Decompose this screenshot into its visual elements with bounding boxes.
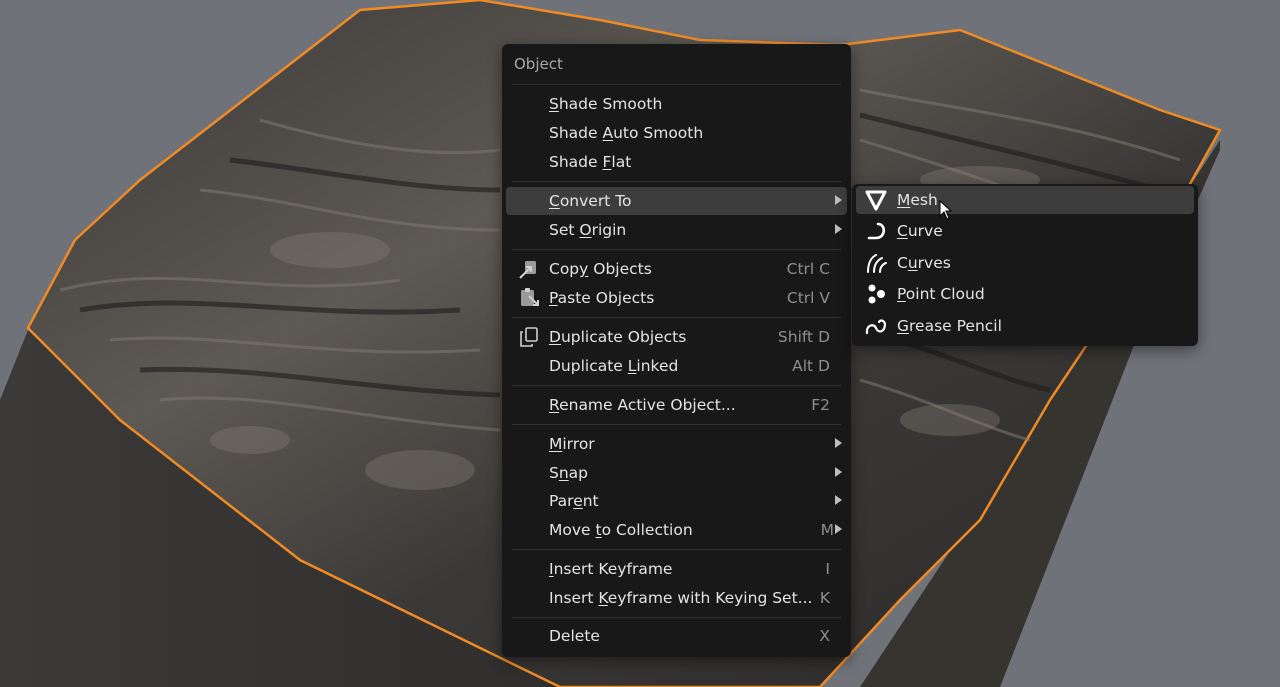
submenu-arrow-icon bbox=[835, 524, 842, 534]
menu-item-label: Shade Smooth bbox=[549, 95, 663, 113]
menu-item-label: Shade Flat bbox=[549, 153, 632, 171]
menu-item-insert-keyframe[interactable]: Insert Keyframe I bbox=[506, 555, 847, 583]
submenu-arrow-icon bbox=[835, 195, 842, 205]
menu-item-label: Parent bbox=[549, 492, 599, 510]
menu-item-shade-flat[interactable]: Shade Flat bbox=[506, 148, 847, 176]
shortcut-label: Alt D bbox=[792, 357, 830, 375]
shortcut-label: I bbox=[825, 560, 830, 578]
shortcut-label: M bbox=[820, 521, 834, 539]
menu-item-label: Convert To bbox=[549, 192, 632, 210]
submenu-item-label: Point Cloud bbox=[897, 285, 985, 303]
object-context-menu: Object Shade Smooth Shade Auto Smooth Sh… bbox=[502, 44, 851, 657]
submenu-item-grease-pencil[interactable]: Grease Pencil bbox=[856, 312, 1194, 340]
grease-pencil-icon bbox=[865, 319, 887, 335]
submenu-item-label: Curves bbox=[897, 254, 951, 272]
menu-item-label: Delete bbox=[549, 627, 600, 645]
submenu-arrow-icon bbox=[835, 495, 842, 505]
menu-item-label: Move to Collection bbox=[549, 521, 693, 539]
duplicate-icon bbox=[520, 327, 538, 347]
menu-item-rename-active-object[interactable]: Rename Active Object... F2 bbox=[506, 391, 847, 419]
menu-item-set-origin[interactable]: Set Origin bbox=[506, 216, 847, 244]
menu-item-label: Duplicate Linked bbox=[549, 357, 679, 375]
menu-item-label: Paste Objects bbox=[549, 289, 655, 307]
menu-separator bbox=[512, 424, 841, 425]
menu-item-move-to-collection[interactable]: Move to Collection M bbox=[506, 516, 847, 544]
menu-item-label: Duplicate Objects bbox=[549, 328, 687, 346]
submenu-item-label: Mesh bbox=[897, 191, 938, 209]
menu-item-duplicate-linked[interactable]: Duplicate Linked Alt D bbox=[506, 352, 847, 380]
menu-item-shade-smooth[interactable]: Shade Smooth bbox=[506, 90, 847, 118]
curve-icon bbox=[867, 222, 886, 240]
shortcut-label: Ctrl V bbox=[786, 289, 830, 307]
menu-separator bbox=[512, 385, 841, 386]
menu-item-label: Copy Objects bbox=[549, 260, 652, 278]
menu-item-copy-objects[interactable]: Copy Objects Ctrl C bbox=[506, 255, 847, 283]
shortcut-label: X bbox=[819, 627, 830, 645]
menu-item-label: Insert Keyframe bbox=[549, 560, 673, 578]
menu-separator bbox=[512, 317, 841, 318]
submenu-item-label: Grease Pencil bbox=[897, 317, 1002, 335]
menu-item-label: Snap bbox=[549, 464, 589, 482]
submenu-item-curves[interactable]: Curves bbox=[856, 249, 1194, 277]
menu-item-label: Insert Keyframe with Keying Set... bbox=[549, 589, 813, 607]
menu-item-label: Shade Auto Smooth bbox=[549, 124, 704, 142]
mesh-icon bbox=[865, 190, 887, 211]
shortcut-label: Ctrl C bbox=[786, 260, 830, 278]
menu-item-label: Set Origin bbox=[549, 221, 627, 239]
menu-item-insert-keyframe-keying-set[interactable]: Insert Keyframe with Keying Set... K bbox=[506, 584, 847, 612]
menu-item-convert-to[interactable]: Convert To bbox=[506, 187, 847, 215]
submenu-item-point-cloud[interactable]: Point Cloud bbox=[856, 280, 1194, 308]
menu-separator bbox=[512, 617, 841, 618]
submenu-arrow-icon bbox=[835, 438, 842, 448]
menu-item-mirror[interactable]: Mirror bbox=[506, 430, 847, 458]
submenu-item-curve[interactable]: Curve bbox=[856, 217, 1194, 245]
menu-separator bbox=[512, 84, 841, 85]
menu-title: Object bbox=[514, 55, 563, 73]
menu-item-label: Mirror bbox=[549, 435, 595, 453]
submenu-item-label: Curve bbox=[897, 222, 943, 240]
submenu-arrow-icon bbox=[835, 467, 842, 477]
convert-to-submenu: Mesh Curve Curves Point Cloud Grease Pen… bbox=[852, 184, 1198, 346]
point-cloud-icon bbox=[868, 284, 885, 304]
menu-item-label: Rename Active Object... bbox=[549, 396, 736, 414]
shortcut-label: K bbox=[819, 589, 830, 607]
copy-icon bbox=[519, 261, 536, 279]
menu-item-shade-auto-smooth[interactable]: Shade Auto Smooth bbox=[506, 119, 847, 147]
submenu-item-mesh[interactable]: Mesh bbox=[856, 186, 1194, 214]
menu-separator bbox=[512, 549, 841, 550]
shortcut-label: F2 bbox=[811, 396, 830, 414]
shortcut-label: Shift D bbox=[777, 328, 830, 346]
curves-icon bbox=[867, 254, 887, 273]
submenu-arrow-icon bbox=[835, 224, 842, 234]
mouse-cursor-icon bbox=[939, 200, 953, 220]
menu-item-duplicate-objects[interactable]: Duplicate Objects Shift D bbox=[506, 323, 847, 351]
menu-item-paste-objects[interactable]: Paste Objects Ctrl V bbox=[506, 284, 847, 312]
menu-separator bbox=[512, 249, 841, 250]
menu-item-parent[interactable]: Parent bbox=[506, 487, 847, 515]
menu-item-delete[interactable]: Delete X bbox=[506, 622, 847, 650]
paste-icon bbox=[521, 288, 539, 306]
menu-item-snap[interactable]: Snap bbox=[506, 459, 847, 487]
menu-separator bbox=[512, 181, 841, 182]
